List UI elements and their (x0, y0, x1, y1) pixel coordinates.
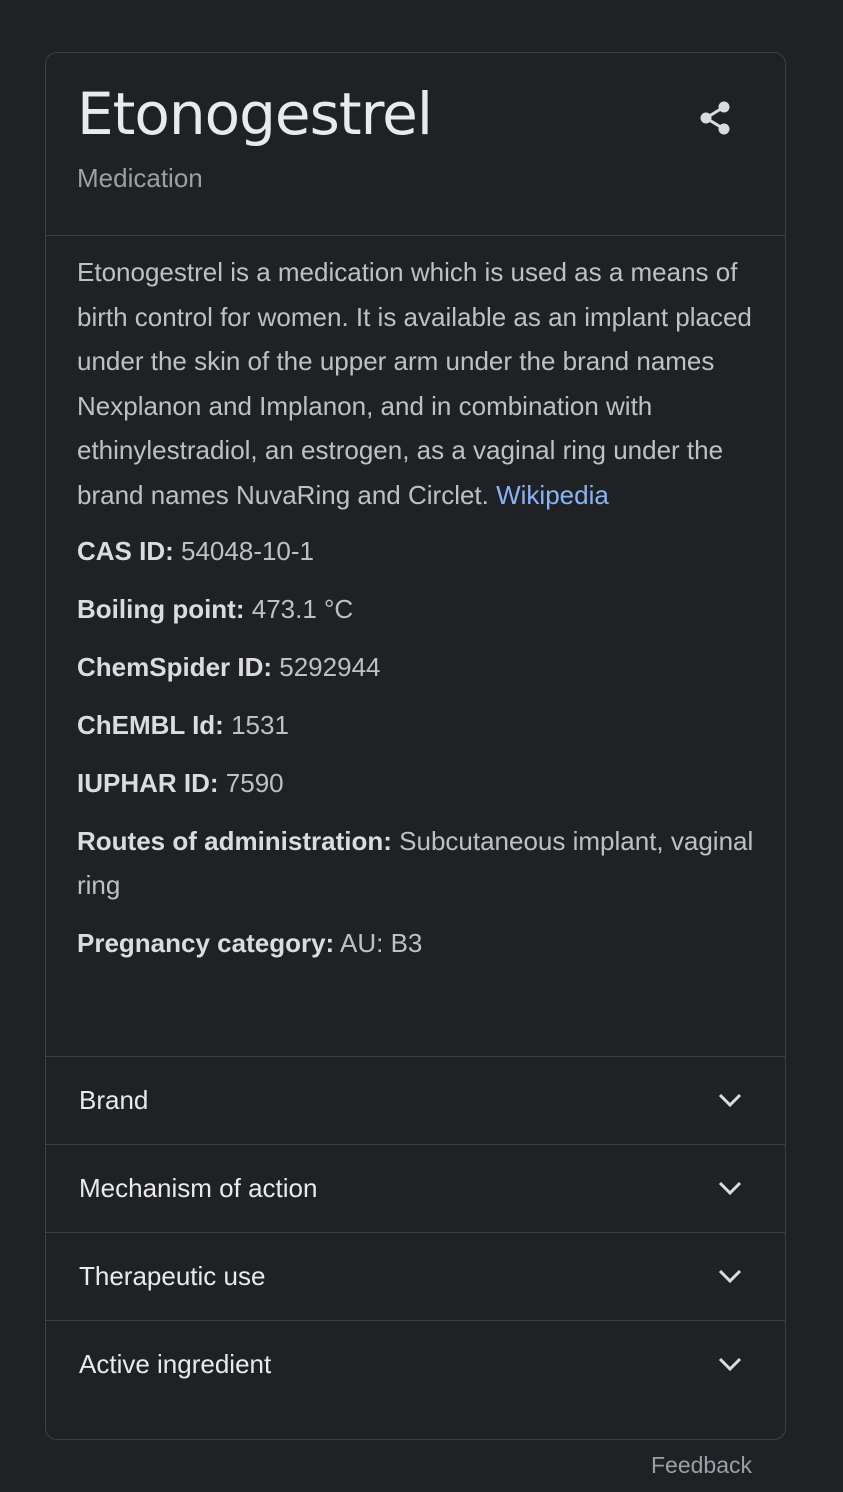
fact-label: IUPHAR ID: (77, 768, 219, 798)
facts-list: CAS ID: 54048-10-1 Boiling point: 473.1 … (77, 529, 754, 965)
fact-value: 5292944 (279, 652, 381, 682)
fact-chemspider-id: ChemSpider ID: 5292944 (77, 645, 757, 689)
fact-label: Pregnancy category: (77, 928, 335, 958)
section-label: Mechanism of action (79, 1173, 318, 1203)
section-label: Active ingredient (79, 1349, 272, 1379)
fact-value: 54048-10-1 (181, 536, 315, 566)
panel-body: Etonogestrel is a medication which is us… (46, 236, 785, 965)
fact-label: ChemSpider ID: (77, 652, 273, 682)
chevron-down-icon (718, 1357, 742, 1372)
fact-pregnancy-category: Pregnancy category: AU: B3 (77, 921, 757, 965)
wikipedia-link[interactable]: Wikipedia (496, 480, 609, 510)
fact-value: 1531 (231, 710, 289, 740)
chevron-down-icon (718, 1181, 742, 1196)
description-text: Etonogestrel is a medication which is us… (77, 257, 752, 510)
fact-chembl-id: ChEMBL Id: 1531 (77, 703, 757, 747)
fact-routes-of-administration: Routes of administration: Subcutaneous i… (77, 819, 757, 907)
section-label: Brand (79, 1085, 149, 1115)
expandable-sections: Brand Mechanism of action Therapeutic us… (46, 1056, 785, 1408)
panel-header: Etonogestrel Medication (46, 53, 785, 236)
fact-value: 473.1 °C (251, 594, 354, 624)
fact-iuphar-id: IUPHAR ID: 7590 (77, 761, 757, 805)
section-therapeutic-use[interactable]: Therapeutic use (46, 1232, 785, 1320)
fact-value: 7590 (225, 768, 284, 798)
share-button[interactable] (694, 97, 740, 143)
share-icon (700, 101, 730, 135)
chevron-down-icon (718, 1269, 742, 1284)
entity-type-subtitle: Medication (77, 163, 203, 193)
fact-cas-id: CAS ID: 54048-10-1 (77, 529, 757, 573)
section-active-ingredient[interactable]: Active ingredient (46, 1320, 785, 1408)
fact-label: CAS ID: (77, 536, 174, 566)
chevron-down-icon (718, 1093, 742, 1108)
feedback-link[interactable]: Feedback (651, 1450, 752, 1480)
fact-value: AU: B3 (340, 928, 423, 958)
fact-label: Routes of administration: (77, 826, 392, 856)
section-label: Therapeutic use (79, 1261, 266, 1291)
fact-label: Boiling point: (77, 594, 245, 624)
page-title: Etonogestrel (77, 80, 433, 148)
knowledge-panel-card: Etonogestrel Medication Etonogestrel is … (45, 52, 786, 1440)
description: Etonogestrel is a medication which is us… (77, 250, 757, 517)
section-mechanism-of-action[interactable]: Mechanism of action (46, 1144, 785, 1232)
fact-boiling-point: Boiling point: 473.1 °C (77, 587, 757, 631)
section-brand[interactable]: Brand (46, 1056, 785, 1144)
fact-label: ChEMBL Id: (77, 710, 224, 740)
